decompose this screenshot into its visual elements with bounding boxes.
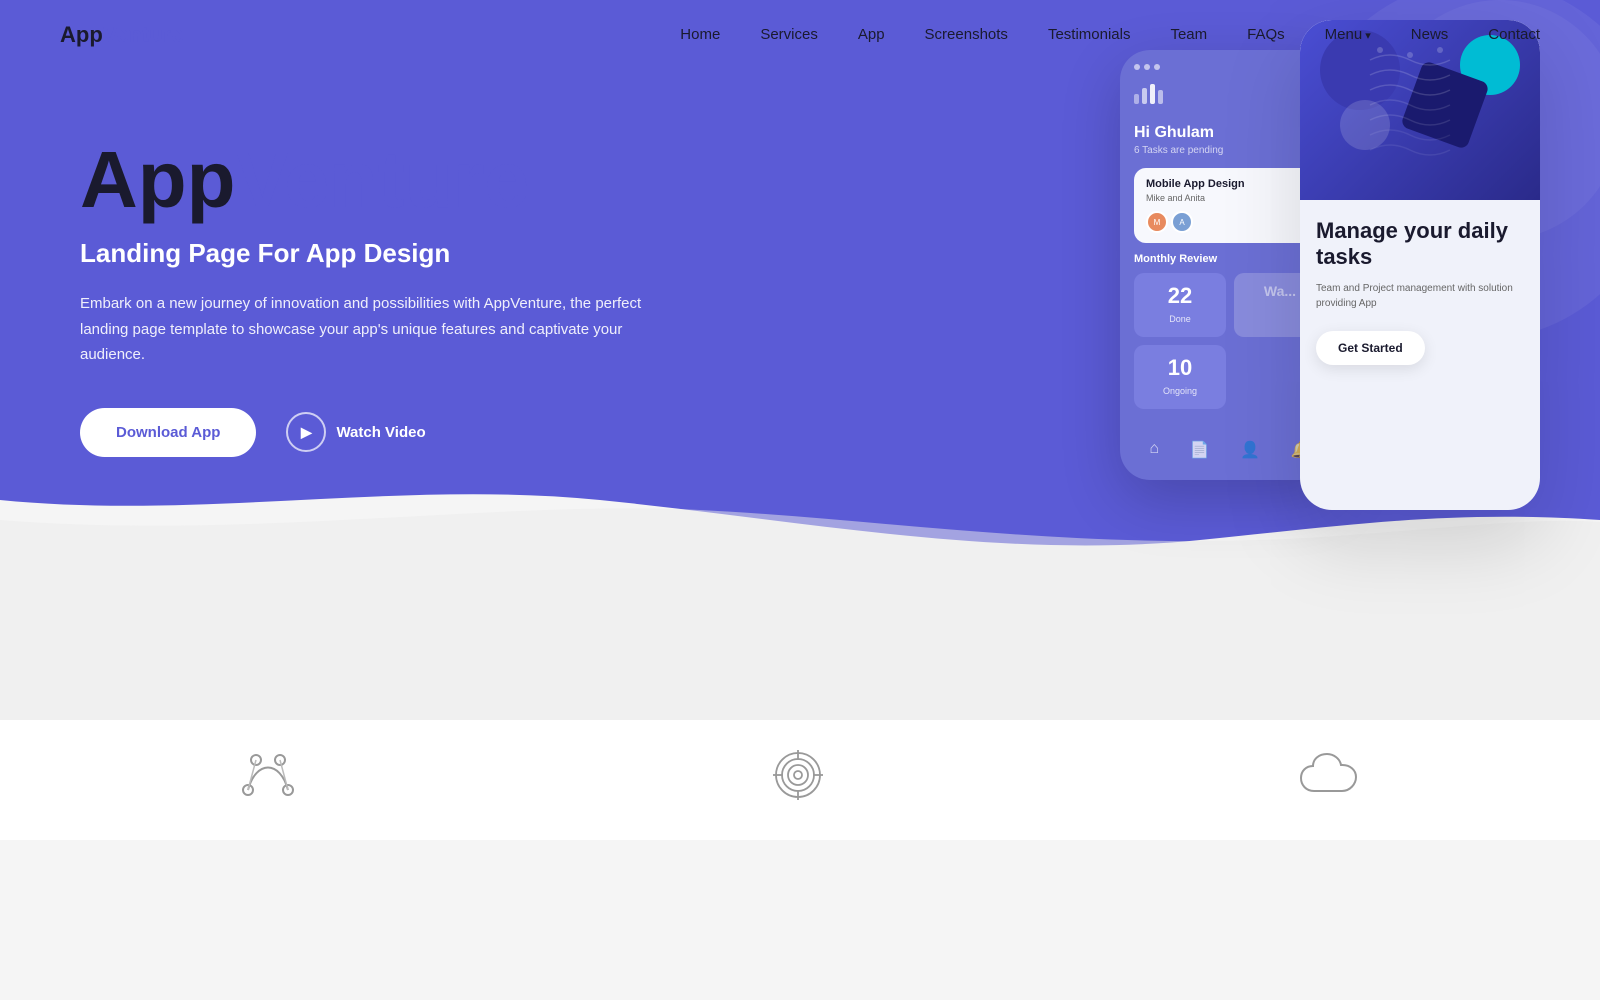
bezier-icon — [238, 750, 298, 800]
section-label: Monthly Review — [1134, 253, 1326, 265]
watch-video-label: Watch Video — [336, 424, 425, 441]
manage-title: Manage your daily tasks — [1316, 218, 1524, 271]
phone-front-mockup: Manage your daily tasks Team and Project… — [1300, 20, 1540, 510]
navbar: AppVenture Home Services App Screenshots… — [0, 0, 1600, 70]
hero-title-big: AppVenture — [80, 140, 670, 220]
hero-title-venture: Venture — [236, 135, 529, 224]
nav-item-menu[interactable]: Menu — [1325, 26, 1371, 44]
stat-done: 22 Done — [1134, 273, 1226, 337]
bottom-icons-section — [0, 710, 1600, 840]
target-icon — [773, 750, 823, 800]
bottom-icon-bezier — [238, 750, 298, 800]
hero-buttons: Download App ▶ Watch Video — [80, 408, 670, 457]
phone-nav-bar: ⌂ 📄 👤 🔔 — [1134, 430, 1326, 466]
stat-done-label: Done — [1169, 314, 1191, 324]
get-started-button[interactable]: Get Started — [1316, 331, 1425, 365]
logo-venture: Venture — [103, 22, 184, 47]
phone-tasks: 6 Tasks are pending — [1134, 145, 1326, 156]
avatar-1: M — [1146, 211, 1168, 233]
stat-done-num: 22 — [1144, 283, 1216, 309]
stat-ongoing: 10 Ongoing — [1134, 345, 1226, 409]
hero-section: AppVenture Landing Page For App Design E… — [0, 0, 1600, 720]
phone-greeting: Hi Ghulam — [1134, 124, 1326, 142]
nav-item-screenshots[interactable]: Screenshots — [925, 26, 1008, 44]
nav-item-services[interactable]: Services — [760, 26, 818, 44]
logo-app: App — [60, 22, 103, 47]
nav-item-contact[interactable]: Contact — [1488, 26, 1540, 44]
bottom-icon-cloud — [1298, 753, 1363, 798]
nav-item-news[interactable]: News — [1411, 26, 1449, 44]
stat-ongoing-label: Ongoing — [1163, 386, 1197, 396]
cloud-icon — [1298, 753, 1363, 798]
stats-grid: 22 Done Wa... 10 Ongoing — [1134, 273, 1326, 409]
nav-item-team[interactable]: Team — [1170, 26, 1207, 44]
stat-ongoing-num: 10 — [1144, 355, 1216, 381]
avatar-2: A — [1171, 211, 1193, 233]
watch-video-button[interactable]: ▶ Watch Video — [286, 412, 425, 452]
logo[interactable]: AppVenture — [60, 22, 183, 48]
phones-container: Hi Ghulam 6 Tasks are pending Mobile App… — [1120, 20, 1540, 510]
hero-description: Embark on a new journey of innovation an… — [80, 291, 670, 368]
hero-subtitle: Landing Page For App Design — [80, 238, 670, 269]
nav-item-testimonials[interactable]: Testimonials — [1048, 26, 1131, 44]
phone-card-sub: Mike and Anita — [1146, 193, 1314, 203]
bottom-icon-target — [773, 750, 823, 800]
avatar-group: M A — [1146, 211, 1314, 233]
manage-desc: Team and Project management with solutio… — [1316, 281, 1524, 311]
hero-title-app: App — [80, 135, 236, 224]
download-app-button[interactable]: Download App — [80, 408, 256, 457]
play-icon: ▶ — [286, 412, 326, 452]
chart-icon — [1134, 80, 1326, 110]
nav-item-faqs[interactable]: FAQs — [1247, 26, 1285, 44]
doc-nav-icon: 📄 — [1190, 440, 1210, 460]
user-nav-icon: 👤 — [1240, 440, 1260, 460]
nav-item-app[interactable]: App — [858, 26, 885, 44]
phone-front-body: Manage your daily tasks Team and Project… — [1300, 200, 1540, 383]
phone-card-title: Mobile App Design — [1146, 178, 1314, 190]
home-nav-icon: ⌂ — [1149, 440, 1159, 460]
phone-project-card: Mobile App Design Mike and Anita M A — [1134, 168, 1326, 243]
nav-links: Home Services App Screenshots Testimonia… — [680, 26, 1540, 44]
nav-item-home[interactable]: Home — [680, 26, 720, 44]
